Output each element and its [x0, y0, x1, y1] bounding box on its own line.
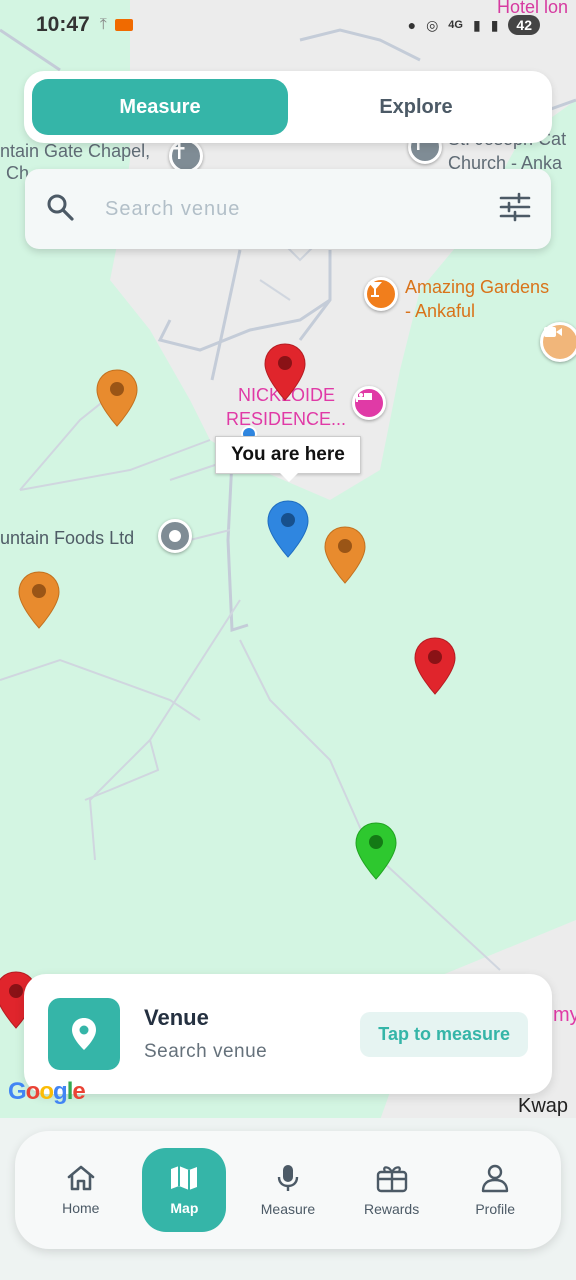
- network-type: 4G: [448, 19, 463, 31]
- map-icon: [171, 1166, 198, 1190]
- location-icon: ●: [407, 17, 417, 33]
- nav-rewards[interactable]: Rewards: [350, 1148, 434, 1232]
- signal-icon: ▮: [472, 16, 481, 33]
- filter-icon[interactable]: [499, 192, 531, 227]
- you-are-here-callout: You are here: [215, 436, 361, 482]
- map-label-foods: untain Foods Ltd: [0, 528, 135, 548]
- tap-to-measure-button[interactable]: Tap to measure: [360, 1011, 528, 1057]
- nav-profile[interactable]: Profile: [453, 1148, 537, 1232]
- bottom-navigation: Home Map Measure Rewards Profile: [15, 1131, 561, 1249]
- search-bar: [25, 169, 551, 249]
- nav-map-label: Map: [170, 1200, 199, 1216]
- search-input[interactable]: [105, 197, 499, 221]
- profile-icon: [481, 1164, 509, 1193]
- map-label-chapel: ntain Gate Chapel,: [0, 141, 151, 161]
- nav-home-label: Home: [62, 1200, 100, 1216]
- nav-rewards-label: Rewards: [363, 1201, 420, 1217]
- signal-icon: ▮: [490, 16, 499, 33]
- nav-home[interactable]: Home: [39, 1148, 123, 1232]
- google-logo: Google: [8, 1078, 86, 1105]
- marker-blue-icon[interactable]: [266, 499, 310, 559]
- recording-icon: [114, 19, 133, 31]
- map-label-gardens: Amazing Gardens: [405, 277, 550, 297]
- marker-red-icon[interactable]: [263, 342, 307, 402]
- tab-explore[interactable]: Explore: [288, 79, 544, 135]
- status-bar: 10:47 ⤒ ● ◎ 4G ▮ ▮ 42: [0, 0, 576, 50]
- venue-subtitle: Search venue: [144, 1041, 268, 1062]
- church-icon[interactable]: [169, 139, 203, 173]
- gift-icon: [376, 1166, 407, 1193]
- mode-toggle: Measure Explore: [24, 71, 552, 143]
- map-label-gardens-line2: - Ankaful: [405, 301, 476, 321]
- marker-orange-icon[interactable]: [323, 525, 367, 585]
- search-icon[interactable]: [45, 192, 75, 227]
- bar-icon[interactable]: [364, 277, 398, 311]
- nav-profile-label: Profile: [475, 1201, 516, 1217]
- nav-measure[interactable]: Measure: [246, 1148, 330, 1232]
- nav-map[interactable]: Map: [142, 1148, 227, 1232]
- map-view[interactable]: Hotel lon ntain Gate Chapel, Ch... St. J…: [0, 0, 576, 1120]
- tab-measure[interactable]: Measure: [32, 79, 288, 135]
- hotspot-icon: ◎: [426, 16, 439, 33]
- marker-orange-icon[interactable]: [17, 570, 61, 630]
- venue-card[interactable]: Venue Search venue Tap to measure: [24, 974, 552, 1094]
- battery-level: 42: [508, 15, 540, 35]
- status-time: 10:47: [36, 13, 90, 36]
- upload-icon: ⤒: [99, 16, 107, 33]
- hotel-icon[interactable]: [352, 386, 386, 420]
- marker-red-icon[interactable]: [413, 636, 457, 696]
- marker-green-icon[interactable]: [354, 821, 398, 881]
- map-label-my: my: [553, 1004, 576, 1026]
- place-icon[interactable]: [158, 519, 192, 553]
- venue-title: Venue: [144, 1005, 209, 1030]
- marker-orange-icon[interactable]: [95, 368, 139, 428]
- venue-location-icon: [48, 998, 120, 1070]
- nav-measure-label: Measure: [260, 1201, 316, 1217]
- microphone-icon: [277, 1165, 299, 1191]
- map-label-kwap: Kwap: [518, 1095, 569, 1117]
- home-icon: [67, 1165, 95, 1191]
- video-icon[interactable]: [540, 322, 576, 362]
